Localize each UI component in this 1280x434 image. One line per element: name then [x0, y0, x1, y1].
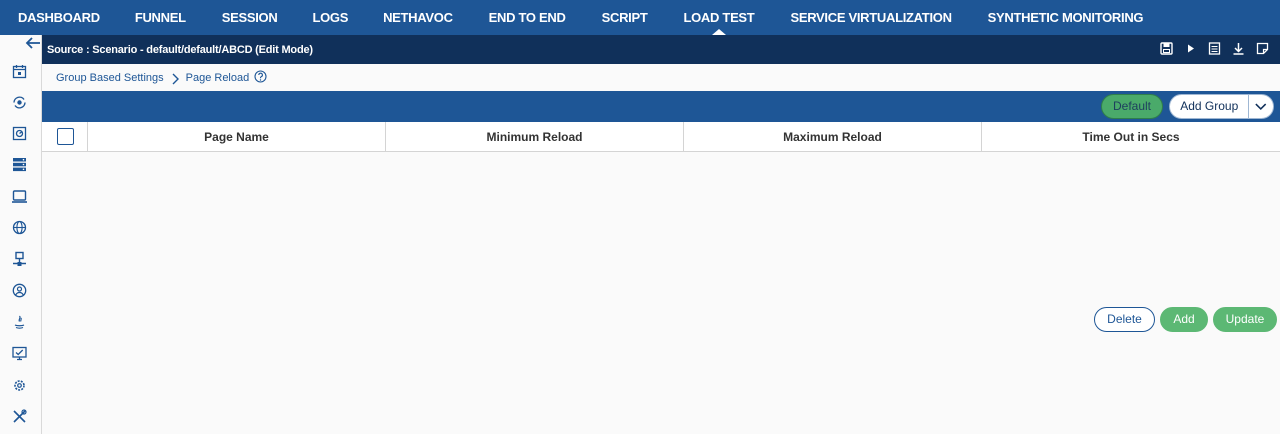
- delete-button[interactable]: Delete: [1094, 307, 1155, 332]
- server-stack-icon[interactable]: [11, 156, 28, 173]
- source-bar: Source : Scenario - default/default/ABCD…: [42, 35, 1280, 64]
- tab-dashboard[interactable]: DASHBOARD: [18, 0, 100, 35]
- add-button[interactable]: Add: [1160, 307, 1208, 332]
- calendar-icon[interactable]: [11, 63, 28, 80]
- monitor-gauge-icon[interactable]: [11, 125, 28, 142]
- eye-refresh-icon[interactable]: [11, 94, 28, 111]
- column-header-minimum-reload[interactable]: Minimum Reload: [386, 122, 684, 151]
- play-icon[interactable]: [1183, 41, 1198, 56]
- column-header-time-out[interactable]: Time Out in Secs: [982, 122, 1280, 151]
- list-icon[interactable]: [1207, 41, 1222, 56]
- monitor-check-icon[interactable]: [11, 345, 28, 362]
- tab-session[interactable]: SESSION: [222, 0, 278, 35]
- globe-icon[interactable]: [11, 219, 28, 236]
- breadcrumb-page-reload[interactable]: Page Reload: [186, 72, 250, 84]
- tab-synthetic-monitoring[interactable]: SYNTHETIC MONITORING: [988, 0, 1144, 35]
- breadcrumb-group-based-settings[interactable]: Group Based Settings: [56, 72, 164, 84]
- laptop-icon[interactable]: [11, 188, 28, 205]
- user-circle-icon[interactable]: [11, 282, 28, 299]
- tab-script[interactable]: SCRIPT: [602, 0, 648, 35]
- update-button[interactable]: Update: [1213, 307, 1277, 332]
- top-nav: DASHBOARD FUNNEL SESSION LOGS NETHAVOC E…: [0, 0, 1280, 35]
- column-header-maximum-reload[interactable]: Maximum Reload: [684, 122, 982, 151]
- java-icon[interactable]: [11, 314, 28, 331]
- select-all-checkbox[interactable]: [57, 128, 74, 145]
- settings-cloud-icon[interactable]: [11, 377, 28, 394]
- table-header: Page Name Minimum Reload Maximum Reload …: [42, 122, 1280, 152]
- column-header-page-name[interactable]: Page Name: [88, 122, 386, 151]
- group-toolbar: Default Add Group: [42, 91, 1280, 122]
- network-node-icon[interactable]: [11, 251, 28, 268]
- tab-service-virtualization[interactable]: SERVICE VIRTUALIZATION: [790, 0, 952, 35]
- source-tools: [1159, 41, 1270, 56]
- chevron-down-icon[interactable]: [1249, 95, 1273, 118]
- tab-logs[interactable]: LOGS: [312, 0, 348, 35]
- add-group-split-button: Add Group: [1169, 94, 1274, 119]
- tab-end-to-end[interactable]: END TO END: [489, 0, 566, 35]
- save-icon[interactable]: [1159, 41, 1174, 56]
- download-icon[interactable]: [1231, 41, 1246, 56]
- default-button[interactable]: Default: [1101, 94, 1163, 119]
- note-icon[interactable]: [1255, 41, 1270, 56]
- back-arrow-icon[interactable]: [24, 35, 42, 51]
- breadcrumb: Group Based Settings Page Reload: [42, 64, 1280, 91]
- chevron-right-icon: [170, 72, 180, 84]
- tools-icon[interactable]: [11, 408, 28, 425]
- source-title: Source : Scenario - default/default/ABCD…: [47, 43, 313, 56]
- left-sidebar: [0, 35, 42, 434]
- help-icon[interactable]: [254, 70, 267, 83]
- select-all-cell: [42, 122, 88, 151]
- tab-load-test[interactable]: LOAD TEST: [683, 0, 755, 35]
- add-group-button[interactable]: Add Group: [1170, 95, 1250, 118]
- tab-nethavoc[interactable]: NETHAVOC: [383, 0, 453, 35]
- tab-funnel[interactable]: FUNNEL: [135, 0, 186, 35]
